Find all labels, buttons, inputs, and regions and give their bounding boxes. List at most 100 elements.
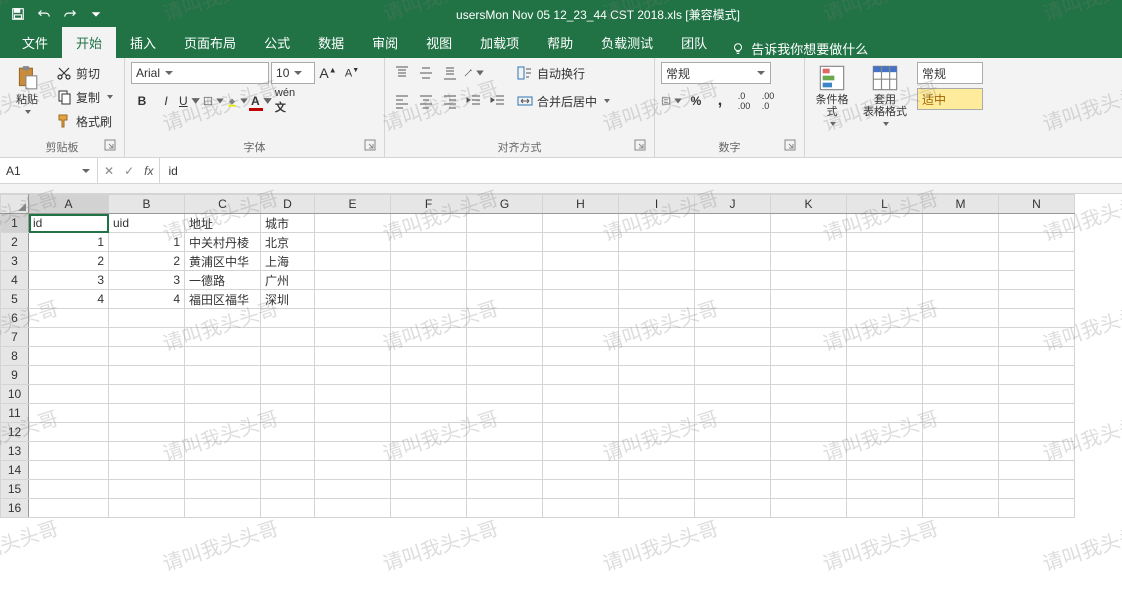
- cell-D16[interactable]: [261, 499, 315, 518]
- cell-H5[interactable]: [543, 290, 619, 309]
- cell-H8[interactable]: [543, 347, 619, 366]
- cell-I16[interactable]: [619, 499, 695, 518]
- cell-K16[interactable]: [771, 499, 847, 518]
- cell-H3[interactable]: [543, 252, 619, 271]
- increase-decimal-button[interactable]: .0.00: [733, 90, 755, 112]
- cell-N7[interactable]: [999, 328, 1075, 347]
- cell-A15[interactable]: [29, 480, 109, 499]
- cell-D2[interactable]: 北京: [261, 233, 315, 252]
- cell-E5[interactable]: [315, 290, 391, 309]
- cell-L10[interactable]: [847, 385, 923, 404]
- cell-K11[interactable]: [771, 404, 847, 423]
- cell-E4[interactable]: [315, 271, 391, 290]
- cell-A2[interactable]: 1: [29, 233, 109, 252]
- cell-D7[interactable]: [261, 328, 315, 347]
- cell-A14[interactable]: [29, 461, 109, 480]
- cell-H11[interactable]: [543, 404, 619, 423]
- fx-icon[interactable]: fx: [144, 164, 153, 178]
- cell-F13[interactable]: [391, 442, 467, 461]
- cell-E14[interactable]: [315, 461, 391, 480]
- orientation-button[interactable]: [463, 62, 485, 84]
- cell-E11[interactable]: [315, 404, 391, 423]
- cell-H1[interactable]: [543, 214, 619, 233]
- align-bottom-button[interactable]: [439, 62, 461, 84]
- cell-I15[interactable]: [619, 480, 695, 499]
- name-box[interactable]: A1: [0, 158, 98, 183]
- col-header-L[interactable]: L: [847, 195, 923, 214]
- paste-button[interactable]: 粘贴: [6, 62, 48, 118]
- cell-L9[interactable]: [847, 366, 923, 385]
- cell-F2[interactable]: [391, 233, 467, 252]
- cell-G4[interactable]: [467, 271, 543, 290]
- cell-J4[interactable]: [695, 271, 771, 290]
- cell-C6[interactable]: [185, 309, 261, 328]
- cell-G10[interactable]: [467, 385, 543, 404]
- cell-A4[interactable]: 3: [29, 271, 109, 290]
- cell-L5[interactable]: [847, 290, 923, 309]
- cell-G14[interactable]: [467, 461, 543, 480]
- cell-J6[interactable]: [695, 309, 771, 328]
- cell-L7[interactable]: [847, 328, 923, 347]
- cell-H2[interactable]: [543, 233, 619, 252]
- cell-H9[interactable]: [543, 366, 619, 385]
- cell-H15[interactable]: [543, 480, 619, 499]
- cell-L11[interactable]: [847, 404, 923, 423]
- cell-E1[interactable]: [315, 214, 391, 233]
- cell-A10[interactable]: [29, 385, 109, 404]
- tab-page-layout[interactable]: 页面布局: [170, 27, 250, 58]
- tab-loadtest[interactable]: 负载测试: [587, 27, 667, 58]
- cell-F7[interactable]: [391, 328, 467, 347]
- align-middle-button[interactable]: [415, 62, 437, 84]
- cell-K7[interactable]: [771, 328, 847, 347]
- cell-J15[interactable]: [695, 480, 771, 499]
- col-header-I[interactable]: I: [619, 195, 695, 214]
- tab-review[interactable]: 审阅: [358, 27, 412, 58]
- col-header-G[interactable]: G: [467, 195, 543, 214]
- cell-K5[interactable]: [771, 290, 847, 309]
- cell-B12[interactable]: [109, 423, 185, 442]
- cell-L6[interactable]: [847, 309, 923, 328]
- spreadsheet-grid[interactable]: A B C D E F G H I J K L M N 1iduid地址城市21…: [0, 194, 1122, 606]
- cell-M13[interactable]: [923, 442, 999, 461]
- cell-E16[interactable]: [315, 499, 391, 518]
- cell-F1[interactable]: [391, 214, 467, 233]
- cell-C1[interactable]: 地址: [185, 214, 261, 233]
- cell-I1[interactable]: [619, 214, 695, 233]
- cell-I7[interactable]: [619, 328, 695, 347]
- cell-K8[interactable]: [771, 347, 847, 366]
- bold-button[interactable]: B: [131, 90, 153, 112]
- cell-M9[interactable]: [923, 366, 999, 385]
- cell-N12[interactable]: [999, 423, 1075, 442]
- cell-M11[interactable]: [923, 404, 999, 423]
- cell-C13[interactable]: [185, 442, 261, 461]
- increase-indent-button[interactable]: [487, 90, 509, 112]
- cell-E2[interactable]: [315, 233, 391, 252]
- borders-button[interactable]: [203, 90, 225, 112]
- cell-M16[interactable]: [923, 499, 999, 518]
- tab-addins[interactable]: 加载项: [466, 27, 533, 58]
- cell-I4[interactable]: [619, 271, 695, 290]
- col-header-A[interactable]: A: [29, 195, 109, 214]
- tab-formulas[interactable]: 公式: [250, 27, 304, 58]
- cell-B2[interactable]: 1: [109, 233, 185, 252]
- wrap-text-button[interactable]: 自动换行: [513, 62, 623, 84]
- cell-M3[interactable]: [923, 252, 999, 271]
- cell-F8[interactable]: [391, 347, 467, 366]
- cell-K2[interactable]: [771, 233, 847, 252]
- dialog-launcher-icon[interactable]: [104, 139, 116, 151]
- cell-M10[interactable]: [923, 385, 999, 404]
- col-header-B[interactable]: B: [109, 195, 185, 214]
- cell-N6[interactable]: [999, 309, 1075, 328]
- cell-A12[interactable]: [29, 423, 109, 442]
- decrease-indent-button[interactable]: [463, 90, 485, 112]
- cell-J10[interactable]: [695, 385, 771, 404]
- cell-G6[interactable]: [467, 309, 543, 328]
- cell-L16[interactable]: [847, 499, 923, 518]
- cell-A5[interactable]: 4: [29, 290, 109, 309]
- cell-A9[interactable]: [29, 366, 109, 385]
- phonetic-button[interactable]: wén文: [275, 90, 297, 112]
- dialog-launcher-icon[interactable]: [784, 139, 796, 151]
- cell-I10[interactable]: [619, 385, 695, 404]
- cell-A13[interactable]: [29, 442, 109, 461]
- cell-G11[interactable]: [467, 404, 543, 423]
